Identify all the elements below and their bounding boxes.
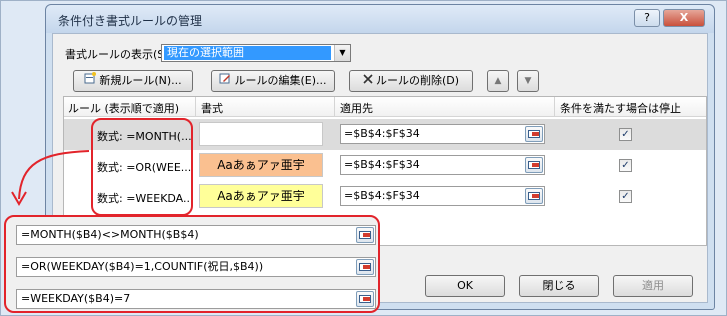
range-select-icon[interactable] bbox=[356, 259, 374, 275]
formula-text: =WEEKDAY($B4)=7 bbox=[21, 292, 131, 305]
formula-field[interactable]: =WEEKDAY($B4)=7 bbox=[16, 289, 376, 309]
expanded-formulas-panel: =MONTH($B4)<>MONTH($B$4) =OR(WEEKDAY($B4… bbox=[4, 215, 380, 313]
range-select-icon[interactable] bbox=[356, 227, 374, 243]
formula-field[interactable]: =OR(WEEKDAY($B4)=1,COUNTIF(祝日,$B4)) bbox=[16, 257, 376, 277]
formula-field[interactable]: =MONTH($B4)<>MONTH($B$4) bbox=[16, 225, 376, 245]
formula-text: =OR(WEEKDAY($B4)=1,COUNTIF(祝日,$B4)) bbox=[21, 260, 264, 273]
formula-text: =MONTH($B4)<>MONTH($B$4) bbox=[21, 228, 199, 241]
screenshot-frame: 条件付き書式ルールの管理 ? X 書式ルールの表示(S): 現在の選択範囲 ▼ … bbox=[0, 0, 727, 316]
range-select-icon[interactable] bbox=[356, 291, 374, 307]
